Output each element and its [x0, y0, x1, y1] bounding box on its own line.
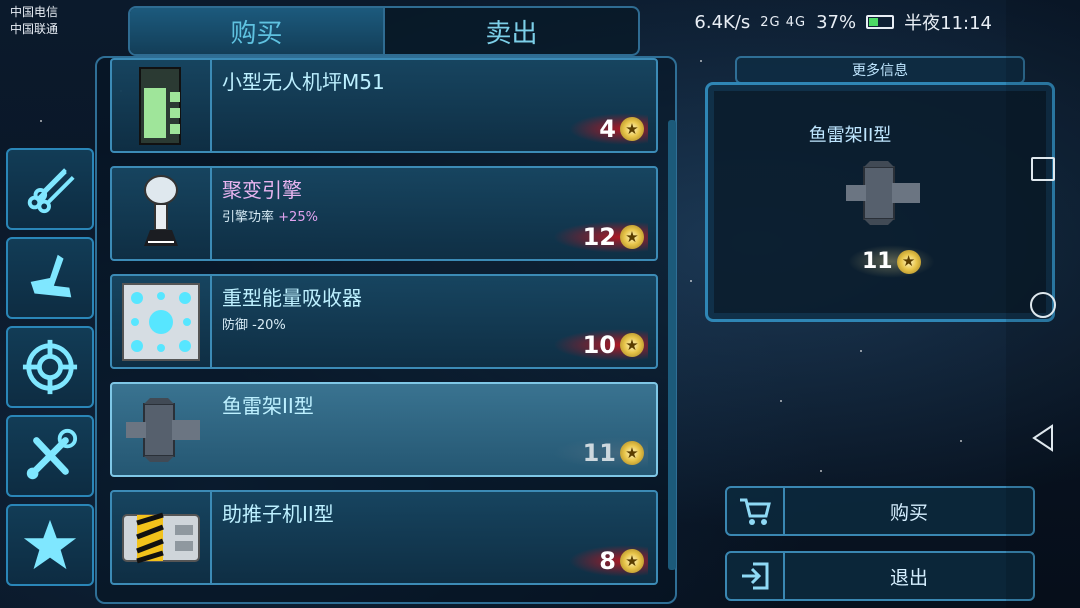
back-icon[interactable] — [1030, 424, 1056, 452]
exit-button[interactable]: 退出 — [725, 551, 1035, 601]
item-price: 4 ★ — [569, 113, 648, 145]
detail-price: 11 ★ — [848, 245, 935, 278]
torpedo-rack-icon — [846, 161, 920, 225]
category-special[interactable] — [6, 504, 94, 586]
energy-absorber-icon — [122, 282, 200, 361]
cart-icon — [727, 488, 785, 534]
detail-price-value: 11 — [862, 249, 893, 274]
tab-sell[interactable]: 卖出 — [383, 8, 638, 54]
tab-buy[interactable]: 购买 — [130, 8, 383, 54]
battery-icon — [866, 15, 895, 29]
list-item-selected[interactable]: 鱼雷架II型 11 ★ — [110, 382, 658, 477]
exit-button-label: 退出 — [889, 566, 928, 589]
list-item[interactable]: 小型无人机坪M51 4 ★ — [110, 58, 658, 153]
materials-icon — [27, 168, 75, 214]
tools-icon — [26, 428, 78, 480]
carrier-2: 中国联通 — [10, 22, 59, 36]
battery-percent: 37% — [816, 11, 857, 33]
item-detail-panel: 鱼雷架II型 11 ★ — [705, 82, 1055, 322]
item-name: 小型无人机坪M51 — [222, 70, 385, 94]
item-name: 重型能量吸收器 — [222, 286, 362, 310]
torpedo-rack-icon — [126, 397, 200, 462]
star-coin-icon: ★ — [620, 225, 644, 249]
detail-item-name: 鱼雷架II型 — [808, 125, 892, 146]
stat-label: 引擎功率 — [222, 210, 275, 225]
item-price: 11 ★ — [552, 437, 648, 469]
network-speed: 6.4K/s — [694, 11, 751, 33]
star-coin-icon: ★ — [620, 549, 644, 573]
buy-button[interactable]: 购买 — [725, 486, 1035, 536]
booster-drone-icon — [122, 512, 200, 563]
category-rail — [6, 148, 96, 593]
buy-button-label: 购买 — [889, 501, 928, 524]
item-price: 10 ★ — [552, 329, 648, 361]
exit-icon — [727, 553, 785, 599]
item-name: 鱼雷架II型 — [222, 394, 314, 418]
list-item[interactable]: 重型能量吸收器 防御 -20% 10 ★ — [110, 274, 658, 369]
status-right: 6.4K/s 2G 4G 37% 半夜11:14 — [694, 9, 992, 35]
star-coin-icon: ★ — [620, 117, 644, 141]
hull-icon — [30, 254, 72, 298]
item-thumbnail — [112, 384, 212, 475]
item-name: 聚变引擎 — [222, 178, 302, 202]
home-icon[interactable] — [1030, 292, 1056, 318]
star-coin-icon: ★ — [620, 333, 644, 357]
list-scrollbar[interactable] — [668, 120, 676, 570]
stat-value: -20% — [252, 318, 286, 333]
category-hull[interactable] — [6, 237, 94, 319]
drone-pad-icon — [139, 66, 181, 145]
stat-value: +25% — [278, 210, 318, 225]
more-info-header: 更多信息 — [735, 56, 1025, 84]
star-icon — [23, 519, 77, 570]
price-value: 4 — [599, 115, 616, 143]
list-item[interactable]: 助推子机II型 8 ★ — [110, 490, 658, 585]
item-thumbnail — [112, 168, 212, 259]
item-thumbnail — [112, 276, 212, 367]
item-name: 助推子机II型 — [222, 502, 334, 526]
item-price: 8 ★ — [569, 545, 648, 577]
category-tools[interactable] — [6, 415, 94, 497]
recents-icon[interactable] — [1031, 157, 1055, 181]
price-value: 8 — [599, 547, 616, 575]
signal-icons: 2G 4G — [760, 14, 807, 30]
fusion-engine-icon — [144, 174, 178, 246]
clock: 半夜11:14 — [904, 13, 992, 34]
item-thumbnail — [112, 492, 212, 583]
carrier-1: 中国电信 — [10, 5, 59, 19]
buy-sell-tabs: 购买 卖出 — [128, 6, 640, 56]
target-icon — [22, 339, 78, 395]
carrier-info: 中国电信 中国联通 — [10, 4, 58, 38]
price-value: 11 — [582, 439, 616, 467]
price-value: 12 — [582, 223, 616, 251]
stat-label: 防御 — [222, 318, 249, 333]
list-item[interactable]: 聚变引擎 引擎功率 +25% 12 ★ — [110, 166, 658, 261]
item-thumbnail — [112, 60, 212, 151]
star-coin-icon: ★ — [620, 441, 644, 465]
star-coin-icon: ★ — [896, 249, 921, 274]
price-value: 10 — [582, 331, 616, 359]
item-price: 12 ★ — [552, 221, 648, 253]
category-materials[interactable] — [6, 148, 94, 230]
category-weapons[interactable] — [6, 326, 94, 408]
